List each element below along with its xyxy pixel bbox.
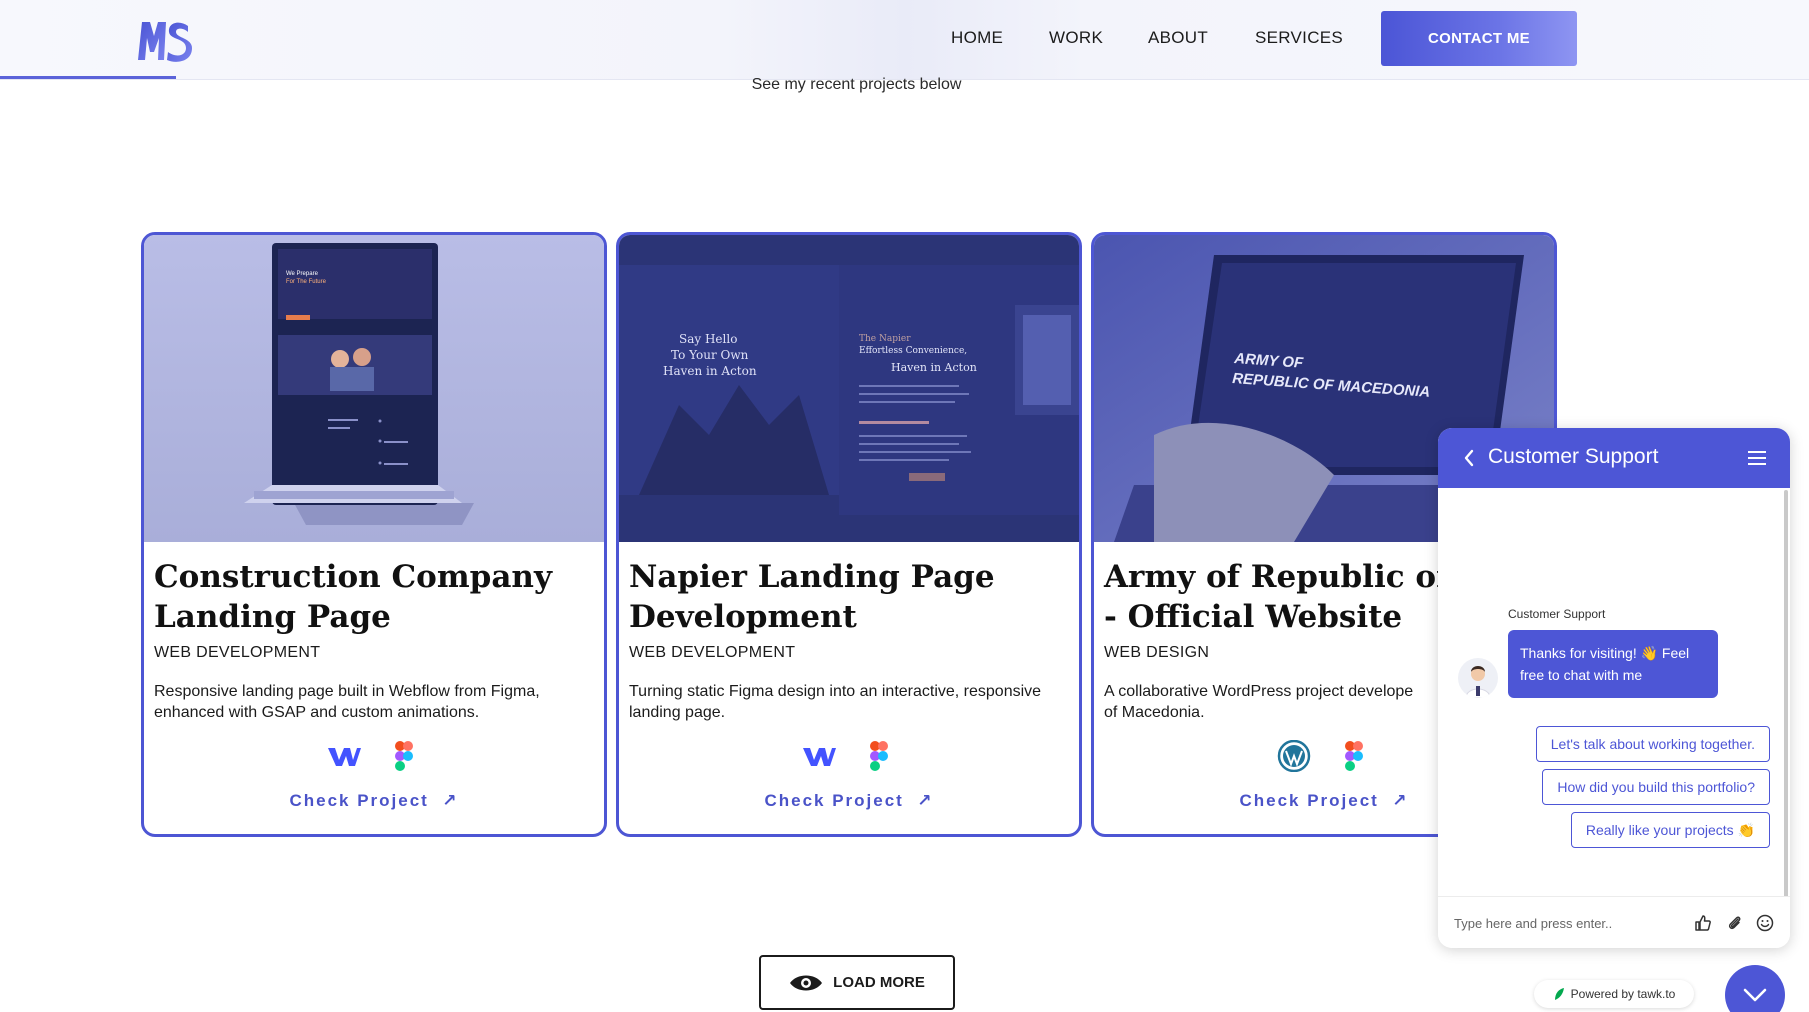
p2-hero-line3: Haven in Acton	[663, 364, 757, 378]
wordpress-icon	[1277, 740, 1311, 772]
project-category: WEB DESIGN	[1104, 644, 1210, 661]
site-header: HOME WORK ABOUT SERVICES CONTACT ME	[0, 0, 1809, 80]
chat-header: Customer Support	[1438, 428, 1790, 488]
project-description: Responsive landing page built in Webflow…	[154, 681, 604, 723]
p1-hero-line2: For The Future	[286, 279, 327, 285]
project-description-line: enhanced with GSAP and custom animations…	[154, 704, 480, 721]
project-category: WEB DEVELOPMENT	[154, 644, 321, 661]
webflow-icon	[328, 748, 361, 766]
chat-title: Customer Support	[1488, 445, 1659, 468]
chat-toggle-button[interactable]	[1725, 965, 1785, 1012]
check-project-label: Check Project	[289, 791, 429, 810]
p2-hero-line2: To Your Own	[671, 348, 749, 362]
webflow-icon	[803, 748, 836, 766]
chevron-down-icon	[1743, 988, 1767, 1002]
project-card-napier[interactable]: Say Hello To Your Own Haven in Acton The…	[616, 232, 1082, 837]
project-title: Napier Landing Page Development	[629, 557, 1069, 637]
chat-message-input[interactable]	[1454, 911, 1674, 935]
figma-icon	[395, 741, 413, 771]
nav-about[interactable]: ABOUT	[1148, 28, 1208, 48]
chat-scrollbar[interactable]	[1784, 490, 1788, 900]
p1-hero-line1: We Prepare	[286, 271, 319, 277]
p2-hero-line1: Say Hello	[679, 332, 737, 346]
menu-icon[interactable]	[1748, 450, 1766, 466]
arrow-up-right-icon: ↗	[910, 791, 934, 810]
arrow-up-right-icon: ↗	[1385, 791, 1409, 810]
figma-icon	[870, 741, 888, 771]
tool-icons	[144, 740, 604, 772]
project-category: WEB DEVELOPMENT	[629, 644, 796, 661]
chat-widget: Customer Support Customer Support Thanks…	[1438, 428, 1790, 948]
load-more-button[interactable]: LOAD MORE	[759, 955, 955, 1010]
project-title-line: Development	[629, 599, 857, 635]
section-subtitle: See my recent projects below	[751, 76, 962, 93]
agent-avatar	[1458, 658, 1498, 698]
chevron-left-icon[interactable]	[1462, 448, 1476, 468]
nav-home[interactable]: HOME	[951, 28, 1003, 48]
quick-reply-button[interactable]: Really like your projects 👏	[1570, 812, 1770, 848]
chat-input-bar	[1438, 896, 1790, 948]
figma-icon	[1345, 741, 1363, 771]
tool-icons	[619, 740, 1079, 772]
contact-me-button[interactable]: CONTACT ME	[1381, 11, 1577, 66]
p2-panel-line3: Haven in Acton	[891, 361, 977, 374]
eye-icon	[790, 975, 823, 990]
paperclip-icon[interactable]	[1726, 914, 1744, 932]
project-description-line: Turning static Figma design into an inte…	[629, 683, 1042, 700]
check-project-link[interactable]: Check Project ↗	[619, 791, 1079, 811]
quick-reply-button[interactable]: How did you build this portfolio?	[1542, 769, 1770, 805]
thumbs-up-icon[interactable]	[1694, 914, 1712, 932]
nav-work[interactable]: WORK	[1049, 28, 1103, 48]
nav-services[interactable]: SERVICES	[1255, 28, 1343, 48]
check-project-label: Check Project	[1239, 791, 1379, 810]
arrow-up-right-icon: ↗	[435, 791, 459, 810]
chat-sender-name: Customer Support	[1508, 607, 1606, 621]
tawk-leaf-icon	[1554, 988, 1564, 1000]
project-description: Turning static Figma design into an inte…	[629, 681, 1079, 723]
powered-by-badge[interactable]: Powered by tawk.to	[1534, 980, 1694, 1008]
load-more-label: LOAD MORE	[833, 974, 925, 991]
check-project-link[interactable]: Check Project ↗	[144, 791, 604, 811]
check-project-label: Check Project	[764, 791, 904, 810]
project-title-line: Landing Page	[154, 599, 391, 635]
project-card-construction[interactable]: We Prepare For The Future Construction C…	[141, 232, 607, 837]
project-image-napier: Say Hello To Your Own Haven in Acton The…	[619, 235, 1079, 542]
quick-reply-button[interactable]: Let's talk about working together.	[1535, 726, 1770, 762]
project-title-line: Napier Landing Page	[629, 559, 995, 595]
chat-message-bubble: Thanks for visiting! 👋 Feel free to chat…	[1508, 630, 1718, 698]
p2-panel-line2: Effortless Convenience,	[859, 346, 967, 356]
p2-panel-line1: The Napier	[859, 334, 911, 344]
emoji-icon[interactable]	[1756, 914, 1774, 932]
project-description-line: landing page.	[629, 704, 726, 721]
ms-logo-icon[interactable]	[136, 16, 194, 64]
powered-by-label: Powered by tawk.to	[1570, 987, 1676, 1001]
project-title: Construction Company Landing Page	[154, 557, 594, 637]
project-description-line: Responsive landing page built in Webflow…	[154, 683, 540, 700]
project-image-construction: We Prepare For The Future	[144, 235, 604, 542]
project-title-line: Construction Company	[154, 559, 552, 595]
